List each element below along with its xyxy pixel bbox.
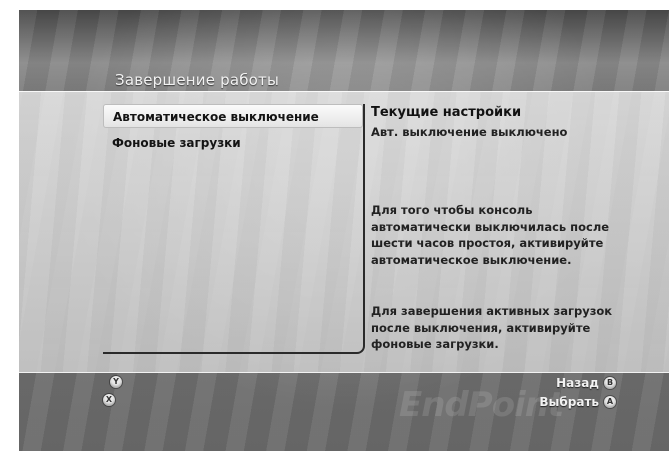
back-label[interactable]: Назад (479, 376, 599, 390)
dashboard-screen: EndPoint Завершение работы Автоматическо… (19, 10, 669, 451)
select-label[interactable]: Выбрать (479, 395, 599, 409)
menu-item-background-downloads[interactable]: Фоновые загрузки (103, 131, 363, 155)
y-button-icon[interactable]: Y (110, 376, 122, 388)
menu-item-auto-shutdown[interactable]: Автоматическое выключение (103, 104, 363, 128)
current-settings-status: Авт. выключение выключено (371, 125, 568, 139)
x-button-icon[interactable]: X (103, 394, 115, 406)
current-settings-heading: Текущие настройки (371, 105, 522, 120)
a-button-icon[interactable]: A (604, 396, 616, 408)
page-title: Завершение работы (115, 71, 280, 89)
background-downloads-description: Для завершения активных загрузок после в… (371, 304, 613, 351)
auto-shutdown-description: Для того чтобы консоль автоматически вык… (371, 203, 610, 267)
settings-menu: Автоматическое выключение Фоновые загруз… (103, 104, 365, 354)
b-button-icon[interactable]: B (604, 377, 616, 389)
